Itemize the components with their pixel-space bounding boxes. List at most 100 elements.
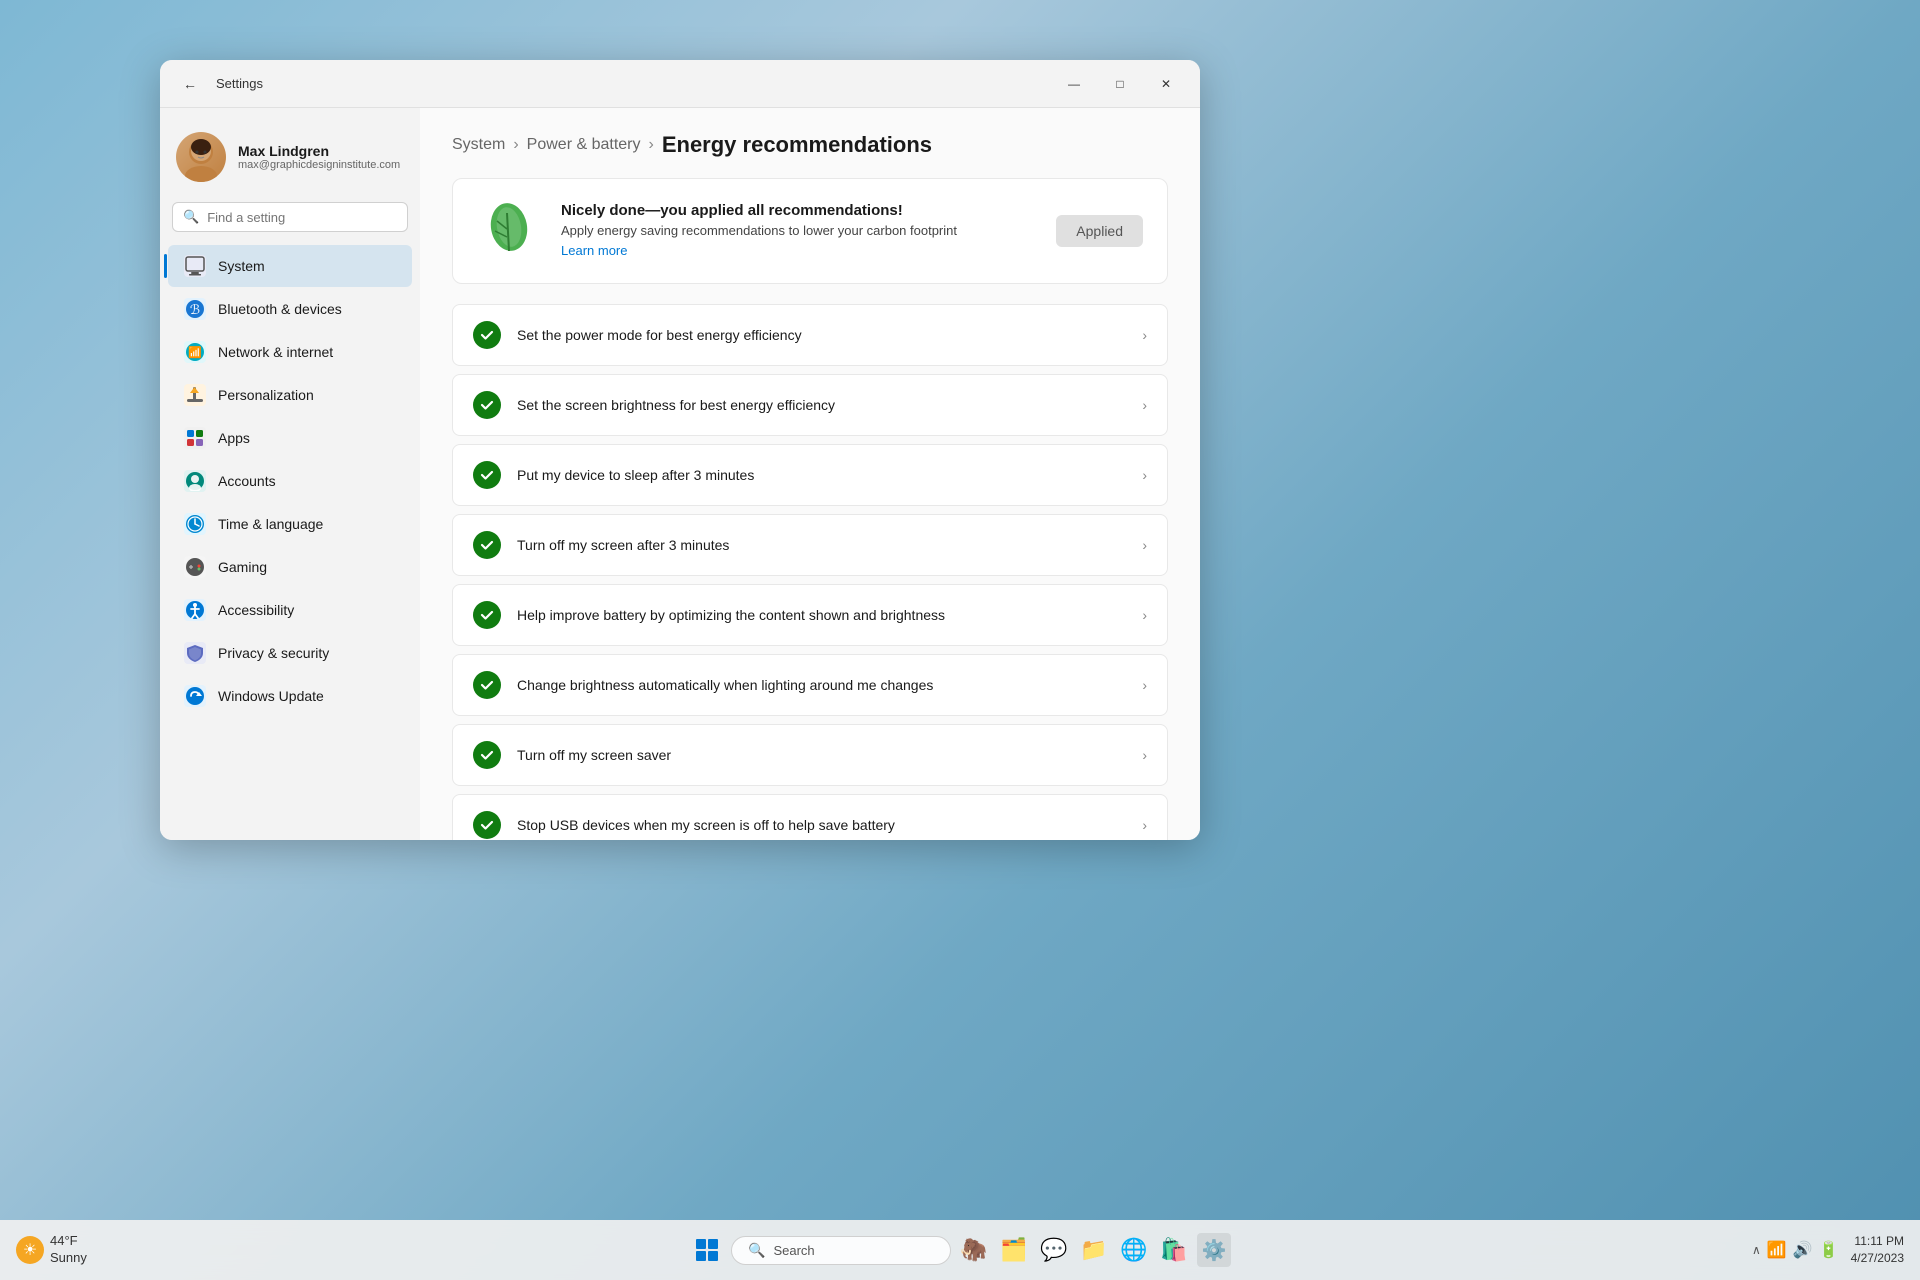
check-icon-screen-off xyxy=(473,531,501,559)
avatar xyxy=(176,132,226,182)
sidebar-item-privacy[interactable]: Privacy & security xyxy=(168,632,412,674)
check-icon-auto-bright xyxy=(473,671,501,699)
taskbar-app-explorer[interactable]: 🦣 xyxy=(957,1233,991,1267)
rec-label-screensaver: Turn off my screen saver xyxy=(517,747,1142,763)
taskbar-app-2[interactable]: 💬 xyxy=(1037,1233,1071,1267)
svg-text:📶: 📶 xyxy=(188,346,202,359)
breadcrumb-system[interactable]: System xyxy=(452,136,505,154)
taskbar-search-icon: 🔍 xyxy=(748,1242,765,1259)
sidebar-item-accessibility[interactable]: Accessibility xyxy=(168,589,412,631)
sidebar-item-label-system: System xyxy=(218,258,265,274)
sidebar-item-accounts[interactable]: Accounts xyxy=(168,460,412,502)
hero-description: Apply energy saving recommendations to l… xyxy=(561,223,1036,238)
breadcrumb-sep-1: › xyxy=(513,136,518,154)
hero-text: Nicely done—you applied all recommendati… xyxy=(561,202,1036,260)
title-bar-left: ← Settings xyxy=(176,70,263,98)
check-icon-sleep xyxy=(473,461,501,489)
taskbar-search[interactable]: 🔍 Search xyxy=(731,1236,951,1265)
sidebar-item-network[interactable]: 📶 Network & internet xyxy=(168,331,412,373)
sidebar-search[interactable]: 🔍 xyxy=(172,202,408,232)
tray-wifi[interactable]: 📶 xyxy=(1767,1240,1787,1260)
taskbar-app-edge[interactable]: 🌐 xyxy=(1117,1233,1151,1267)
hero-card: Nicely done—you applied all recommendati… xyxy=(452,178,1168,284)
back-button[interactable]: ← xyxy=(176,70,204,98)
sidebar-item-personalization[interactable]: Personalization xyxy=(168,374,412,416)
system-nav-icon xyxy=(184,255,206,277)
sidebar-item-time[interactable]: Time & language xyxy=(168,503,412,545)
rec-label-sleep: Put my device to sleep after 3 minutes xyxy=(517,467,1142,483)
sidebar-item-label-network: Network & internet xyxy=(218,344,333,360)
learn-more-link[interactable]: Learn more xyxy=(561,243,627,258)
tray-icons: ∧ 📶 🔊 🔋 xyxy=(1752,1240,1839,1260)
rec-item-screensaver[interactable]: Turn off my screen saver › xyxy=(452,724,1168,786)
recommendations-list: Set the power mode for best energy effic… xyxy=(452,304,1168,840)
rec-item-power-mode[interactable]: Set the power mode for best energy effic… xyxy=(452,304,1168,366)
breadcrumb: System › Power & battery › Energy recomm… xyxy=(452,132,1168,158)
sidebar-item-label-gaming: Gaming xyxy=(218,559,267,575)
personalization-nav-icon xyxy=(184,384,206,406)
breadcrumb-sep-2: › xyxy=(649,136,654,154)
sidebar-item-apps[interactable]: Apps xyxy=(168,417,412,459)
rec-label-battery-opt: Help improve battery by optimizing the c… xyxy=(517,607,1142,623)
chevron-right-icon-sleep: › xyxy=(1142,467,1147,483)
user-info: Max Lindgren max@graphicdesigninstitute.… xyxy=(238,143,404,171)
sidebar-item-update[interactable]: Windows Update xyxy=(168,675,412,717)
chevron-right-icon-usb: › xyxy=(1142,817,1147,833)
privacy-nav-icon xyxy=(184,642,206,664)
accessibility-nav-icon xyxy=(184,599,206,621)
rec-label-usb: Stop USB devices when my screen is off t… xyxy=(517,817,1142,833)
start-button[interactable] xyxy=(689,1232,725,1268)
sidebar-item-system[interactable]: System xyxy=(168,245,412,287)
sidebar-item-label-bluetooth: Bluetooth & devices xyxy=(218,301,342,317)
tray-chevron[interactable]: ∧ xyxy=(1752,1243,1761,1257)
leaf-icon xyxy=(477,199,541,263)
sidebar-item-label-personalization: Personalization xyxy=(218,387,314,403)
maximize-button[interactable]: □ xyxy=(1098,68,1142,100)
rec-item-brightness[interactable]: Set the screen brightness for best energ… xyxy=(452,374,1168,436)
tray-battery[interactable]: 🔋 xyxy=(1819,1240,1839,1260)
hero-title: Nicely done—you applied all recommendati… xyxy=(561,202,1036,219)
rec-item-screen-off[interactable]: Turn off my screen after 3 minutes › xyxy=(452,514,1168,576)
weather-icon: ☀ xyxy=(16,1236,44,1264)
sidebar-item-label-accessibility: Accessibility xyxy=(218,602,294,618)
page-title: Energy recommendations xyxy=(662,132,932,158)
windows-logo xyxy=(696,1239,718,1261)
sidebar-item-label-privacy: Privacy & security xyxy=(218,645,329,661)
weather-widget[interactable]: ☀ 44°F Sunny xyxy=(16,1233,87,1267)
close-button[interactable]: ✕ xyxy=(1144,68,1188,100)
user-profile[interactable]: Max Lindgren max@graphicdesigninstitute.… xyxy=(160,120,420,202)
rec-item-usb[interactable]: Stop USB devices when my screen is off t… xyxy=(452,794,1168,840)
chevron-right-icon-brightness: › xyxy=(1142,397,1147,413)
clock: 11:11 PM xyxy=(1851,1233,1904,1250)
sidebar-item-label-time: Time & language xyxy=(218,516,323,532)
taskbar-search-label: Search xyxy=(773,1243,814,1258)
taskbar-center: 🔍 Search 🦣 🗂️ 💬 📁 🌐 🛍️ ⚙️ xyxy=(689,1232,1231,1268)
title-bar: ← Settings — □ ✕ xyxy=(160,60,1200,108)
accounts-nav-icon xyxy=(184,470,206,492)
sidebar-item-gaming[interactable]: Gaming xyxy=(168,546,412,588)
tray-volume[interactable]: 🔊 xyxy=(1793,1240,1813,1260)
search-input[interactable] xyxy=(207,210,397,225)
rec-item-sleep[interactable]: Put my device to sleep after 3 minutes › xyxy=(452,444,1168,506)
applied-button[interactable]: Applied xyxy=(1056,215,1143,247)
rec-label-brightness: Set the screen brightness for best energ… xyxy=(517,397,1142,413)
update-nav-icon xyxy=(184,685,206,707)
settings-window: ← Settings — □ ✕ xyxy=(160,60,1200,840)
rec-item-battery-opt[interactable]: Help improve battery by optimizing the c… xyxy=(452,584,1168,646)
minimize-button[interactable]: — xyxy=(1052,68,1096,100)
taskbar-app-files[interactable]: 📁 xyxy=(1077,1233,1111,1267)
taskbar-app-store[interactable]: 🛍️ xyxy=(1157,1233,1191,1267)
content-area: System › Power & battery › Energy recomm… xyxy=(420,108,1200,840)
time-display[interactable]: 11:11 PM 4/27/2023 xyxy=(1851,1233,1904,1267)
rec-item-auto-bright[interactable]: Change brightness automatically when lig… xyxy=(452,654,1168,716)
svg-text:ℬ: ℬ xyxy=(190,302,200,317)
chevron-right-icon-auto-bright: › xyxy=(1142,677,1147,693)
breadcrumb-power[interactable]: Power & battery xyxy=(527,136,641,154)
network-nav-icon: 📶 xyxy=(184,341,206,363)
sidebar-item-bluetooth[interactable]: ℬ Bluetooth & devices xyxy=(168,288,412,330)
taskbar-app-settings[interactable]: ⚙️ xyxy=(1197,1233,1231,1267)
taskbar-app-1[interactable]: 🗂️ xyxy=(997,1233,1031,1267)
chevron-right-icon-battery-opt: › xyxy=(1142,607,1147,623)
weather-text: 44°F Sunny xyxy=(50,1233,87,1267)
window-body: Max Lindgren max@graphicdesigninstitute.… xyxy=(160,108,1200,840)
